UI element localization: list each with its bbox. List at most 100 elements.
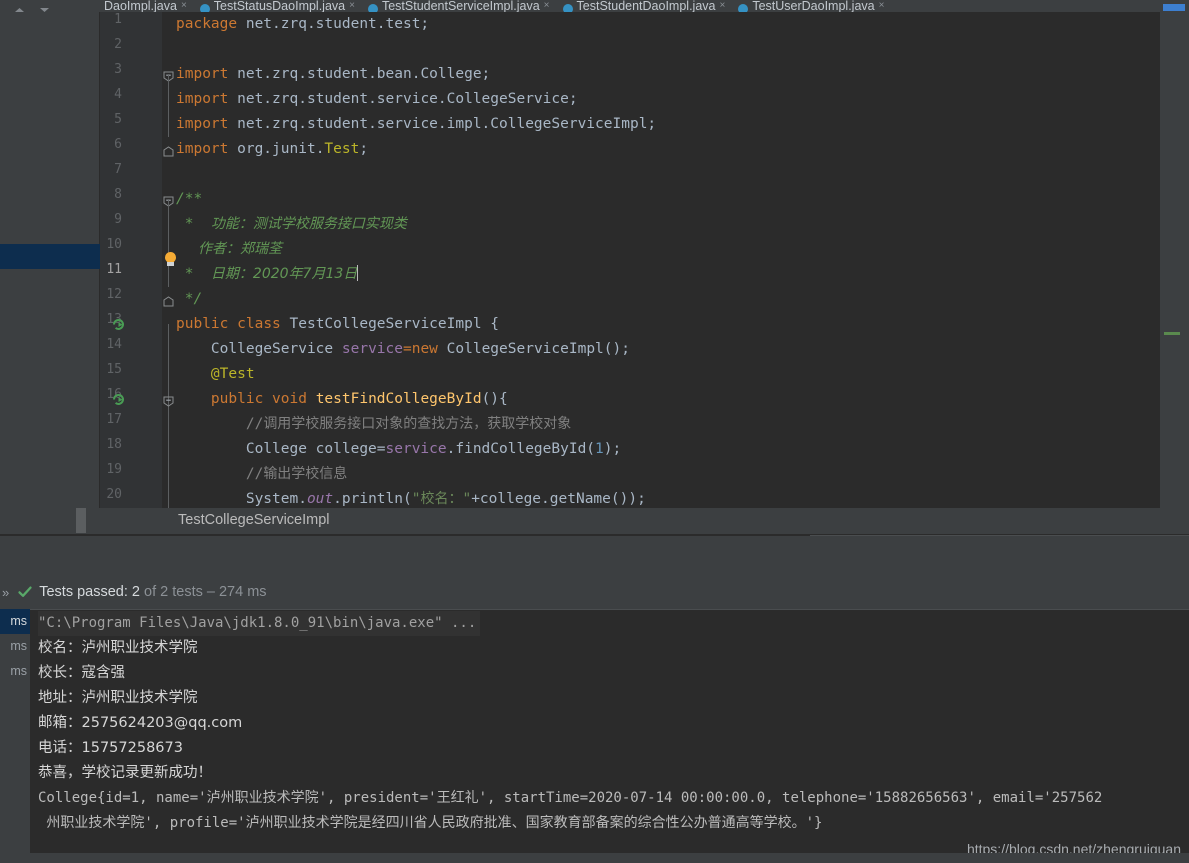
expand-chevron-icon[interactable]: » [2, 585, 9, 600]
editor-tab-3[interactable]: TestStudentDaoImpl.java × [559, 0, 735, 12]
splitter-handle[interactable] [76, 508, 86, 533]
kw-import: import [176, 141, 229, 157]
tab-close-icon[interactable]: × [879, 0, 885, 12]
code-line-19[interactable]: //输出学校信息 [176, 462, 347, 487]
editor-tab-bar: DaoImpl.java × TestStatusDaoImpl.java × Test… [0, 0, 1189, 12]
fold-region-line [168, 74, 169, 137]
javadoc-date-text: 日期：2020年7月13日 [210, 266, 358, 282]
code-line-1[interactable]: package net.zrq.student.test; [176, 12, 429, 37]
tab-bar-left-controls [0, 0, 100, 12]
console-line-3: 地址：泸州职业技术学院 [38, 690, 198, 706]
green-check-icon [17, 584, 33, 600]
fold-end-icon[interactable] [163, 294, 174, 307]
semicolon: ; [359, 141, 369, 157]
comment-slashes: // [176, 416, 264, 432]
editor-tab-label: TestStudentDaoImpl.java [576, 0, 716, 12]
code-line-12[interactable]: */ [176, 287, 202, 312]
class-name: TestCollegeServiceImpl { [280, 316, 500, 332]
kw-public: public [176, 391, 264, 407]
run-test-icon[interactable] [112, 318, 125, 331]
selected-tree-row[interactable] [0, 244, 100, 269]
import-path: net.zrq.student.service.impl.CollegeServ… [228, 116, 657, 132]
out-field: out [306, 491, 334, 507]
fold-region-line [168, 324, 169, 508]
console-output[interactable]: "C:\Program Files\Java\jdk1.8.0_91\bin\j… [30, 609, 1189, 863]
code-line-3[interactable]: import net.zrq.student.bean.College; [176, 62, 490, 87]
code-line-13[interactable]: public class TestCollegeServiceImpl { [176, 312, 499, 337]
breadcrumb-class-label[interactable]: TestCollegeServiceImpl [178, 512, 330, 528]
fold-end-icon[interactable] [163, 144, 174, 157]
code-line-10[interactable]: 作者：郑瑞荃 [198, 237, 282, 262]
assign-op: = [402, 341, 412, 357]
line-number-9: 9 [114, 212, 122, 227]
line-number-8: 8 [114, 187, 122, 202]
editor-tab-label: TestStudentServiceImpl.java [381, 0, 540, 12]
line-number-6: 6 [114, 137, 122, 152]
code-line-6[interactable]: import org.junit.Test; [176, 137, 368, 162]
import-path: org.junit. [228, 141, 325, 157]
editor-tab-label: DaoImpl.java [104, 0, 177, 12]
kw-import: import [176, 66, 229, 82]
console-line-5: 电话：15757258673 [38, 740, 183, 756]
field-name: service [341, 341, 403, 357]
status-prefix: Tests passed: [39, 584, 132, 600]
fold-collapse-icon[interactable] [163, 394, 174, 407]
status-suffix: of 2 tests – 274 ms [140, 584, 267, 600]
project-tool-window-strip[interactable] [0, 12, 100, 508]
annotation-test: @Test [176, 366, 255, 382]
editor-tab-1[interactable]: TestStatusDaoImpl.java × [196, 0, 364, 12]
code-line-14[interactable]: CollegeService service=new CollegeServic… [176, 337, 630, 362]
code-line-17[interactable]: //调用学校服务接口对象的查找方法，获取学校对象 [176, 412, 571, 437]
intention-bulb-icon[interactable] [164, 252, 177, 267]
code-line-18[interactable]: College college=service.findCollegeById(… [176, 437, 621, 462]
text-caret [357, 265, 359, 281]
field-ref: service [385, 441, 447, 457]
string-quote: " [462, 491, 472, 507]
editor-tab-label: TestUserDaoImpl.java [752, 0, 875, 12]
editor-tab-0[interactable]: DaoImpl.java × [100, 0, 196, 12]
javadoc-close: */ [176, 291, 203, 307]
code-line-11[interactable]: * 日期：2020年7月13日 [176, 262, 359, 287]
code-line-5[interactable]: import net.zrq.student.service.impl.Coll… [176, 112, 656, 137]
method-name: testFindCollegeById [306, 391, 482, 407]
collapse-all-icon[interactable] [14, 4, 25, 12]
ide-window: DaoImpl.java × TestStatusDaoImpl.java × Test… [0, 0, 1189, 863]
code-line-16[interactable]: public void testFindCollegeById(){ [176, 387, 508, 412]
code-line-4[interactable]: import net.zrq.student.service.CollegeSe… [176, 87, 578, 112]
import-path: net.zrq.student.bean.College; [228, 66, 491, 82]
editor-tab-4[interactable]: TestUserDaoImpl.java × [734, 0, 893, 12]
number-literal: 1 [595, 441, 604, 457]
test-tree-row-1[interactable]: ms [0, 634, 30, 659]
expand-all-icon[interactable] [39, 4, 50, 12]
run-test-icon[interactable] [112, 393, 125, 406]
line-number-1: 1 [114, 12, 122, 27]
test-tree-times-column[interactable]: ms ms ms [0, 609, 30, 863]
line-number-12: 12 [106, 287, 122, 302]
breadcrumb: TestCollegeServiceImpl [0, 508, 1189, 536]
tab-close-icon[interactable]: × [719, 0, 725, 12]
editor-tab-2[interactable]: TestStudentServiceImpl.java × [364, 0, 559, 12]
java-class-icon [738, 4, 749, 12]
comment-slashes: // [176, 466, 264, 482]
code-text[interactable]: package net.zrq.student.test; import net… [176, 12, 1160, 508]
tab-close-icon[interactable]: × [181, 0, 187, 12]
test-tree-row-2[interactable]: ms [0, 659, 30, 684]
concat-expression: +college.getName()); [471, 491, 646, 507]
kw-class: class [237, 316, 281, 332]
local-var-decl: College college= [176, 441, 386, 457]
line-number-20: 20 [106, 487, 122, 502]
editor-gutter[interactable]: 1 2 3 4 5 6 7 8 9 10 11 12 13 14 15 16 17 18 19 20 [100, 12, 162, 508]
code-line-15[interactable]: @Test [176, 362, 255, 387]
javadoc-star: * [176, 216, 211, 232]
code-line-20[interactable]: System.out.println("校名："+college.getName… [176, 487, 646, 508]
field-type: CollegeService [176, 341, 342, 357]
scrollbar-marker[interactable] [1163, 4, 1185, 11]
code-line-8[interactable]: /** [176, 187, 202, 212]
tab-close-icon[interactable]: × [544, 0, 550, 12]
tab-close-icon[interactable]: × [349, 0, 355, 12]
code-line-9[interactable]: * 功能：测试学校服务接口实现类 [176, 212, 407, 237]
test-tree-row-0[interactable]: ms [0, 609, 30, 634]
javadoc-function-text: 功能：测试学校服务接口实现类 [210, 216, 407, 232]
editor-right-scrollbar[interactable] [1160, 12, 1189, 508]
console-line-1: 校名：泸州职业技术学院 [38, 640, 198, 656]
